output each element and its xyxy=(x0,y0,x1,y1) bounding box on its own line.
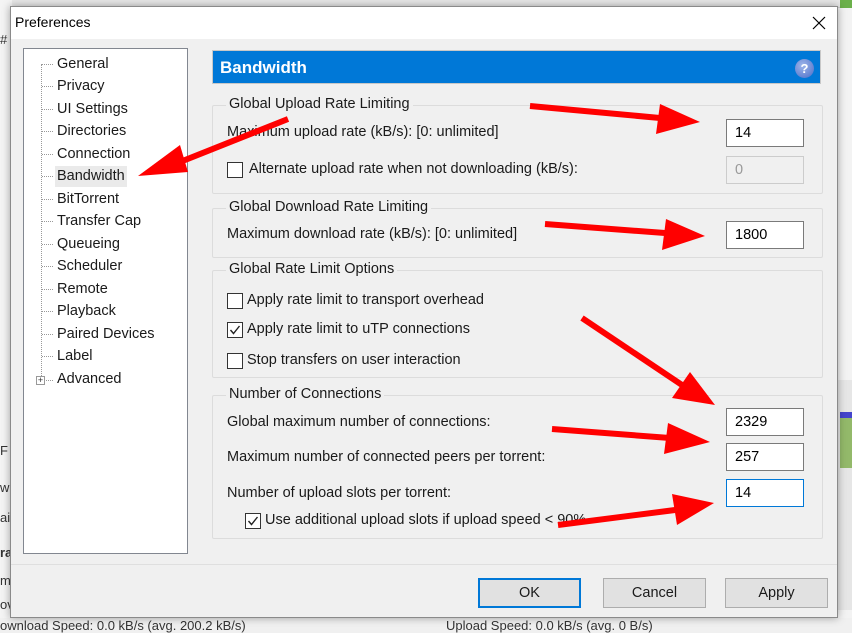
upload-group-label: Global Upload Rate Limiting xyxy=(226,96,413,112)
close-button[interactable] xyxy=(801,7,837,39)
global-max-connections-label: Global maximum number of connections: xyxy=(227,414,491,430)
background-status-bar: ownload Speed: 0.0 kB/s (avg. 200.2 kB/s… xyxy=(0,618,852,633)
tree-connector xyxy=(42,289,53,290)
options-group-label: Global Rate Limit Options xyxy=(226,261,398,277)
preferences-tree[interactable]: General Privacy UI Settings Directories … xyxy=(23,48,188,554)
tree-item-advanced[interactable]: Advanced xyxy=(55,369,124,390)
tree-item-scheduler[interactable]: Scheduler xyxy=(55,256,124,277)
connections-group: Number of Connections Global maximum num… xyxy=(212,386,823,539)
tree-item-playback[interactable]: Playback xyxy=(55,301,118,322)
tree-item-ui-settings[interactable]: UI Settings xyxy=(55,99,130,120)
panel-header: Bandwidth ? xyxy=(212,50,821,84)
utp-checkbox[interactable] xyxy=(227,322,243,338)
footer-divider xyxy=(11,564,837,565)
additional-slots-label: Use additional upload slots if upload sp… xyxy=(265,512,587,528)
tree-item-bandwidth[interactable]: Bandwidth xyxy=(55,166,127,187)
max-download-input[interactable] xyxy=(726,221,804,249)
utp-label: Apply rate limit to uTP connections xyxy=(247,321,470,337)
title-bar: Preferences xyxy=(11,7,837,39)
max-upload-input[interactable] xyxy=(726,119,804,147)
tree-connector xyxy=(46,380,53,381)
global-max-connections-input[interactable] xyxy=(726,408,804,436)
max-peers-input[interactable] xyxy=(726,443,804,471)
tree-item-paired-devices[interactable]: Paired Devices xyxy=(55,324,157,345)
stop-transfers-checkbox[interactable] xyxy=(227,353,243,369)
panel-title: Bandwidth xyxy=(220,58,307,77)
additional-slots-checkbox[interactable] xyxy=(245,513,261,529)
upload-slots-input[interactable] xyxy=(726,479,804,507)
tree-connector xyxy=(42,199,53,200)
max-download-label: Maximum download rate (kB/s): [0: unlimi… xyxy=(227,226,518,242)
tree-item-privacy[interactable]: Privacy xyxy=(55,76,107,97)
tree-connector xyxy=(42,244,53,245)
tree-connector xyxy=(42,131,53,132)
background-green-indicator xyxy=(840,0,852,8)
help-icon[interactable]: ? xyxy=(795,59,814,78)
cancel-button[interactable]: Cancel xyxy=(603,578,706,608)
tree-item-queueing[interactable]: Queueing xyxy=(55,234,122,255)
tree-connector xyxy=(42,356,53,357)
window-title: Preferences xyxy=(15,14,91,30)
preferences-dialog: Preferences General Privacy UI Settings … xyxy=(10,6,838,618)
tree-connector xyxy=(41,64,42,384)
close-icon xyxy=(812,16,826,30)
tree-connector xyxy=(42,109,53,110)
upload-rate-group: Global Upload Rate Limiting Maximum uplo… xyxy=(212,96,823,194)
background-right-green xyxy=(840,418,852,468)
tree-item-remote[interactable]: Remote xyxy=(55,279,110,300)
max-peers-label: Maximum number of connected peers per to… xyxy=(227,449,546,465)
alternate-upload-input xyxy=(726,156,804,184)
stop-transfers-label: Stop transfers on user interaction xyxy=(247,352,461,368)
tree-connector xyxy=(42,86,53,87)
apply-button[interactable]: Apply xyxy=(725,578,828,608)
tree-item-connection[interactable]: Connection xyxy=(55,144,132,165)
upload-speed-status: Upload Speed: 0.0 kB/s (avg. 0 B/s) xyxy=(446,618,653,633)
download-group-label: Global Download Rate Limiting xyxy=(226,199,432,215)
tree-item-label[interactable]: Label xyxy=(55,346,94,367)
tree-item-general[interactable]: General xyxy=(55,54,111,75)
tree-connector xyxy=(42,176,53,177)
ok-button[interactable]: OK xyxy=(478,578,581,608)
checkmark-icon xyxy=(247,516,259,526)
connections-group-label: Number of Connections xyxy=(226,386,385,402)
tree-connector xyxy=(42,154,53,155)
rate-limit-options-group: Global Rate Limit Options Apply rate lim… xyxy=(212,261,823,378)
upload-slots-label: Number of upload slots per torrent: xyxy=(227,485,452,501)
tree-connector xyxy=(42,221,53,222)
tree-connector xyxy=(42,64,53,65)
tree-item-bittorrent[interactable]: BitTorrent xyxy=(55,189,121,210)
download-speed-status: ownload Speed: 0.0 kB/s (avg. 200.2 kB/s… xyxy=(0,618,246,633)
tree-item-transfer-cap[interactable]: Transfer Cap xyxy=(55,211,143,232)
expand-icon[interactable]: + xyxy=(36,376,45,385)
transport-overhead-checkbox[interactable] xyxy=(227,293,243,309)
max-upload-label: Maximum upload rate (kB/s): [0: unlimite… xyxy=(227,124,499,140)
download-rate-group: Global Download Rate Limiting Maximum do… xyxy=(212,199,823,258)
alternate-upload-label: Alternate upload rate when not downloadi… xyxy=(249,161,578,177)
transport-overhead-label: Apply rate limit to transport overhead xyxy=(247,292,484,308)
tree-item-directories[interactable]: Directories xyxy=(55,121,128,142)
checkmark-icon xyxy=(229,325,241,335)
alternate-upload-checkbox[interactable] xyxy=(227,162,243,178)
tree-connector xyxy=(42,334,53,335)
tree-connector xyxy=(42,266,53,267)
tree-connector xyxy=(42,311,53,312)
